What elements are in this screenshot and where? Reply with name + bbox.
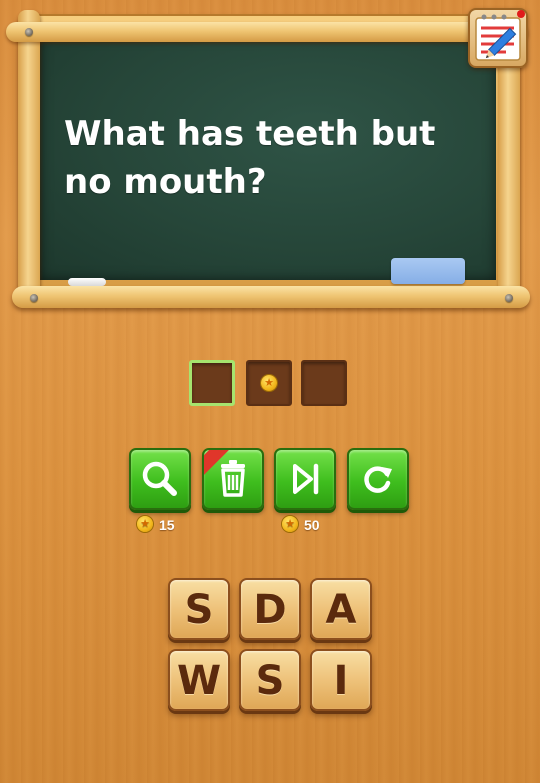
answer-slot-2[interactable] — [246, 360, 292, 406]
screw — [505, 294, 513, 302]
coin-icon — [282, 516, 298, 532]
coin-icon — [261, 375, 277, 391]
skip-cost: 50 — [282, 516, 332, 534]
trash-icon — [221, 460, 245, 497]
letter-tile-label: I — [333, 658, 349, 704]
letter-tile[interactable]: W — [168, 649, 230, 711]
frame-rail-bottom — [12, 286, 530, 308]
notepad-icon[interactable] — [468, 8, 528, 68]
letter-tile[interactable]: A — [310, 578, 372, 640]
letter-tile[interactable]: D — [239, 578, 301, 640]
magnify-cost-value: 15 — [159, 517, 175, 533]
letter-tile-label: W — [176, 658, 222, 704]
screw — [25, 28, 33, 36]
frame-post-left — [18, 10, 40, 302]
letter-tile-label: S — [184, 587, 214, 633]
question-text: What has teeth but no mouth? — [64, 114, 436, 202]
coin-icon — [137, 516, 153, 532]
frame-rail-top — [6, 22, 528, 42]
letter-tile[interactable]: S — [239, 649, 301, 711]
letter-tile[interactable]: I — [310, 649, 372, 711]
skip-icon — [293, 463, 319, 495]
remove-letters-button[interactable] — [202, 448, 264, 510]
letter-tile-label: S — [255, 658, 285, 704]
magnify-cost: 15 — [137, 516, 187, 534]
skip-cost-value: 50 — [304, 517, 320, 533]
eraser — [391, 258, 465, 284]
refresh-icon — [364, 466, 392, 493]
answer-slot-3[interactable] — [301, 360, 347, 406]
letter-tile[interactable]: S — [168, 578, 230, 640]
answer-slot-1[interactable] — [189, 360, 235, 406]
magnify-icon — [142, 461, 177, 496]
reveal-letter-button[interactable] — [129, 448, 191, 510]
screw — [30, 294, 38, 302]
letter-tile-label: A — [325, 587, 357, 633]
letter-tile-label: D — [253, 587, 287, 633]
shuffle-button[interactable] — [347, 448, 409, 510]
skip-level-button[interactable] — [274, 448, 336, 510]
chalk-piece — [68, 278, 106, 286]
